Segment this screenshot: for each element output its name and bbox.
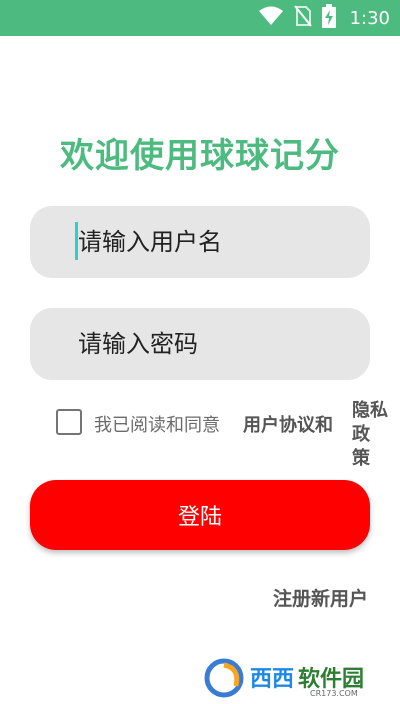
wifi-icon bbox=[258, 6, 284, 30]
text-cursor bbox=[75, 222, 78, 260]
agreement-checkbox[interactable] bbox=[56, 409, 82, 435]
password-input[interactable] bbox=[30, 308, 370, 380]
watermark-logo: 西西 软件园 CR173.COM bbox=[200, 652, 400, 700]
username-input[interactable] bbox=[30, 206, 370, 278]
privacy-line-1: 隐私政 bbox=[352, 400, 388, 445]
agreement-row: 我已阅读和同意 用户协议和 隐私政 策 bbox=[54, 400, 400, 469]
svg-text:CR173.COM: CR173.COM bbox=[310, 689, 358, 698]
page-title: 欢迎使用球球记分 bbox=[60, 136, 340, 176]
status-time: 1:30 bbox=[349, 7, 390, 29]
privacy-policy-link[interactable]: 隐私政 策 bbox=[352, 399, 400, 471]
status-icons: 1:30 bbox=[258, 0, 390, 36]
privacy-line-2: 策 bbox=[352, 448, 370, 469]
agreement-prefix: 我已阅读和同意 bbox=[94, 415, 220, 436]
battery-charging-icon bbox=[321, 4, 336, 32]
status-bar: 1:30 bbox=[0, 0, 400, 36]
svg-text:西西: 西西 bbox=[250, 667, 294, 692]
no-sim-icon bbox=[293, 5, 312, 31]
user-agreement-link[interactable]: 用户协议和 bbox=[243, 411, 333, 437]
register-link[interactable]: 注册新用户 bbox=[273, 584, 368, 611]
login-button[interactable]: 登陆 bbox=[30, 480, 370, 550]
